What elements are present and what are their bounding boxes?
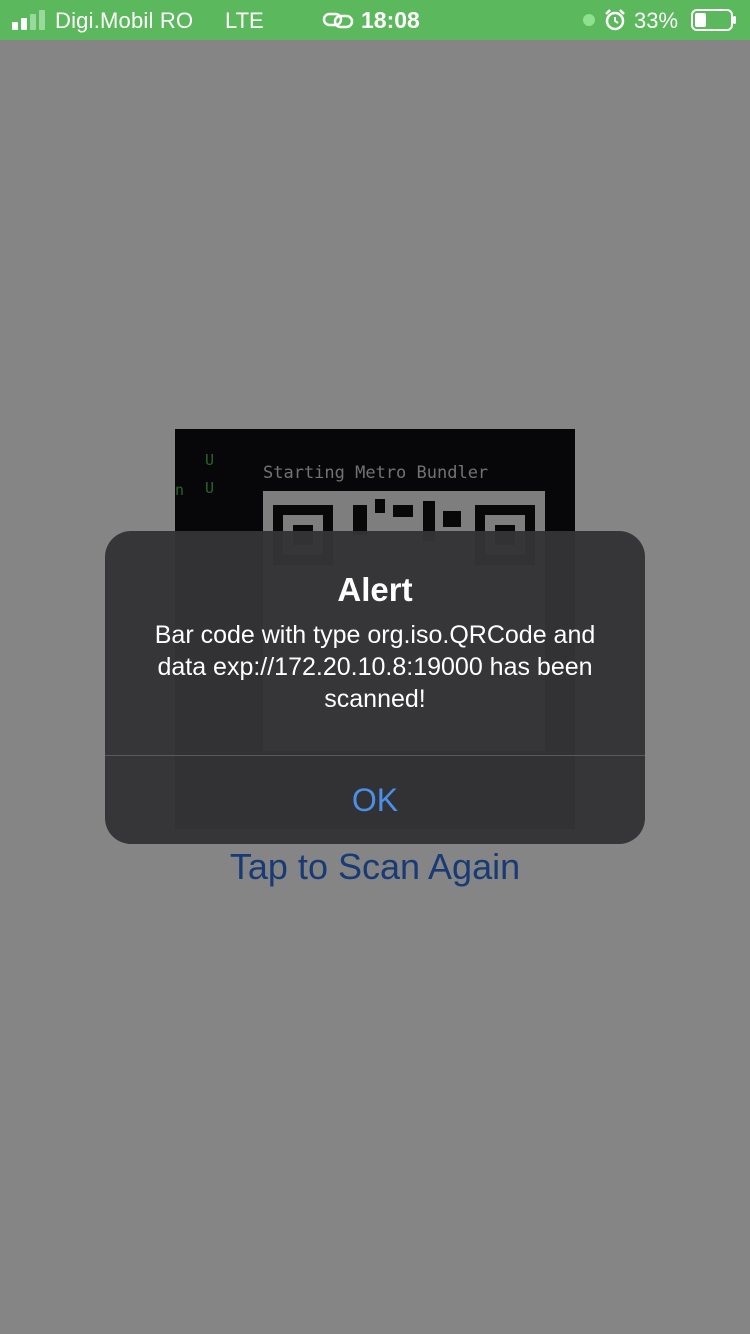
alert-ok-button[interactable]: OK bbox=[105, 756, 645, 844]
alert-message: Bar code with type org.iso.QRCode and da… bbox=[154, 621, 596, 713]
alarm-clock-icon bbox=[605, 9, 625, 31]
carrier-name: Digi.Mobil RO bbox=[55, 8, 194, 33]
battery-percentage: 33% bbox=[634, 8, 679, 33]
status-bar: Digi.Mobil RO LTE 18:08 33% bbox=[0, 0, 750, 40]
battery-icon bbox=[691, 9, 736, 31]
network-type: LTE bbox=[225, 8, 264, 33]
signal-strength-icon bbox=[12, 10, 45, 30]
activity-dot-icon bbox=[583, 14, 595, 26]
alert-title: Alert bbox=[337, 571, 413, 608]
personal-hotspot-link-icon bbox=[322, 12, 354, 29]
clock-time: 18:08 bbox=[361, 7, 420, 33]
alert-dialog: Alert Bar code with type org.iso.QRCode … bbox=[105, 531, 645, 844]
